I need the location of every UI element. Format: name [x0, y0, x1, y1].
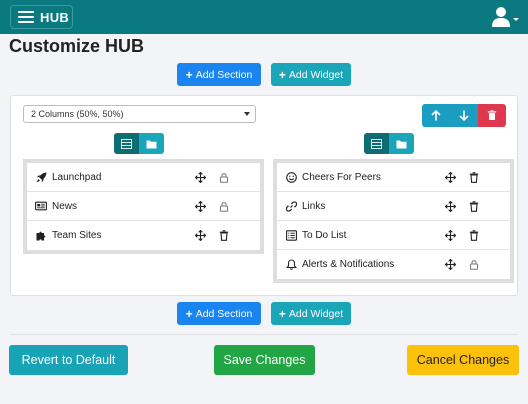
move-icon[interactable] [445, 229, 456, 241]
move-icon[interactable] [195, 171, 206, 183]
list-view-icon [371, 138, 382, 149]
lock-icon [218, 172, 229, 183]
revert-to-default-button[interactable]: Revert to Default [9, 345, 128, 375]
plus-icon: + [278, 67, 286, 82]
plus-icon: + [278, 306, 286, 321]
newspaper-icon [35, 200, 47, 212]
add-widget-button-top[interactable]: + Add Widget [271, 63, 351, 86]
link-icon [285, 200, 297, 212]
section-actions [422, 104, 506, 127]
trash-icon[interactable] [468, 171, 479, 183]
widget-row[interactable]: Launchpad [27, 163, 260, 192]
page-title: Customize HUB [9, 36, 145, 56]
trash-icon[interactable] [468, 200, 479, 212]
smile-icon [285, 171, 297, 183]
left-column: Launchpad News Team Sites [23, 159, 264, 254]
list-view-icon [121, 138, 132, 149]
cancel-changes-button[interactable]: Cancel Changes [407, 345, 519, 375]
widget-label: Launchpad [52, 171, 102, 183]
trash-icon[interactable] [218, 230, 229, 241]
move-section-up-button[interactable] [422, 104, 450, 127]
widget-row[interactable]: Links [277, 192, 510, 221]
widget-row[interactable]: Team Sites [27, 221, 260, 250]
brand-label: HUB [40, 9, 70, 25]
hamburger-icon [18, 11, 34, 23]
caret-down-icon [244, 112, 250, 116]
move-icon[interactable] [445, 200, 456, 212]
widget-row[interactable]: Alerts & Notifications [277, 250, 510, 279]
divider [10, 334, 518, 335]
list-view-toggle-left[interactable] [114, 133, 139, 154]
trash-icon[interactable] [468, 229, 479, 241]
plus-icon: + [185, 67, 193, 82]
lock-icon [218, 201, 229, 212]
move-icon[interactable] [445, 259, 456, 270]
user-menu[interactable] [492, 6, 520, 28]
folder-icon [396, 140, 407, 148]
right-column-view-toggle [364, 133, 414, 154]
widget-label: Links [302, 200, 326, 212]
widget-label: Team Sites [52, 230, 102, 241]
tab-view-toggle-right[interactable] [389, 133, 414, 154]
move-icon[interactable] [445, 171, 456, 183]
add-widget-button-bottom[interactable]: + Add Widget [271, 302, 351, 325]
list-icon [285, 229, 297, 241]
move-icon[interactable] [195, 200, 206, 212]
arrow-down-icon [459, 110, 469, 121]
save-changes-button[interactable]: Save Changes [214, 345, 315, 375]
move-section-down-button[interactable] [450, 104, 478, 127]
plus-icon: + [185, 306, 193, 321]
left-column-view-toggle [114, 133, 164, 154]
column-layout-select[interactable]: 2 Columns (50%, 50%) [23, 105, 256, 123]
user-icon [492, 7, 519, 27]
lock-icon [468, 259, 479, 270]
move-icon[interactable] [195, 230, 206, 241]
hub-menu-button[interactable]: HUB [10, 5, 73, 29]
right-column: Cheers For Peers Links To Do List Alerts… [273, 159, 514, 283]
widget-row[interactable]: Cheers For Peers [277, 163, 510, 192]
puzzle-icon [35, 230, 47, 242]
bell-icon [285, 259, 297, 271]
widget-label: News [52, 200, 78, 212]
add-section-button-top[interactable]: + Add Section [177, 63, 261, 86]
caret-down-icon [513, 18, 519, 21]
folder-icon [146, 140, 157, 148]
add-section-button-bottom[interactable]: + Add Section [177, 302, 261, 325]
rocket-icon [35, 171, 47, 183]
top-navbar: HUB [0, 0, 528, 34]
list-view-toggle-right[interactable] [364, 133, 389, 154]
delete-section-button[interactable] [478, 104, 506, 127]
widget-label: Cheers For Peers [302, 171, 381, 183]
arrow-up-icon [431, 110, 441, 121]
tab-view-toggle-left[interactable] [139, 133, 164, 154]
widget-label: To Do List [302, 229, 347, 241]
trash-icon [487, 110, 497, 120]
widget-row[interactable]: News [27, 192, 260, 221]
section-card: 2 Columns (50%, 50%) Launchpad News Team… [10, 95, 518, 296]
widget-label: Alerts & Notifications [302, 259, 395, 270]
widget-row[interactable]: To Do List [277, 221, 510, 250]
